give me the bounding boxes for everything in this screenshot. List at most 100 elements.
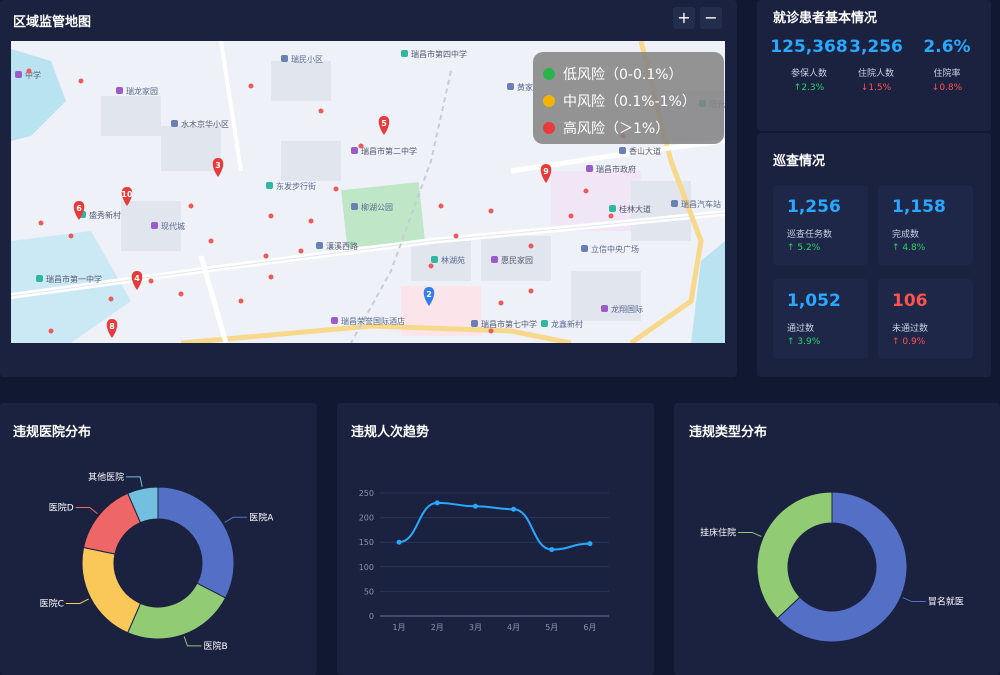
patients-title: 就诊患者基本情况 xyxy=(773,11,878,26)
inpatient-count: 3,256 xyxy=(849,37,903,57)
map-location-marker[interactable]: 5 xyxy=(378,116,390,135)
failed-count: 106 xyxy=(892,291,928,311)
trend-point[interactable] xyxy=(434,500,440,506)
y-tick-label: 250 xyxy=(359,489,374,498)
map-location-marker[interactable]: 3 xyxy=(212,158,224,177)
zoom-in-button[interactable]: + xyxy=(673,7,695,29)
low-risk-dot-icon xyxy=(543,67,555,80)
failed-change: ↑ 0.9% xyxy=(892,337,926,347)
trend-point[interactable] xyxy=(587,541,593,547)
insured-count: 125,368 xyxy=(770,37,848,57)
map-poi-label: 黄家 xyxy=(517,82,533,92)
map-location-marker[interactable]: 4 xyxy=(131,271,143,290)
donut-label: 医院A xyxy=(249,511,274,523)
map-block xyxy=(281,141,341,181)
map-risk-point[interactable] xyxy=(583,188,589,194)
map-poi-label: 龙翔国际 xyxy=(611,304,643,314)
map-risk-point[interactable] xyxy=(263,253,269,259)
map-location-marker[interactable]: 9 xyxy=(540,164,552,183)
map-risk-point[interactable] xyxy=(248,83,254,89)
donut-slice[interactable] xyxy=(157,486,235,599)
map-road xyxy=(219,41,243,172)
hospital-distribution-title: 违规医院分布 xyxy=(13,425,92,440)
map-risk-point[interactable] xyxy=(188,203,194,209)
map-risk-point[interactable] xyxy=(48,328,54,334)
medium-risk-dot-icon xyxy=(543,94,555,107)
map-poi-icon xyxy=(491,256,498,263)
zoom-out-button[interactable]: − xyxy=(700,7,722,29)
donut-slice[interactable] xyxy=(127,582,227,640)
donut-slice[interactable] xyxy=(81,546,142,634)
map-poi-label: 东发步行街 xyxy=(276,181,316,191)
map-risk-point[interactable] xyxy=(358,143,364,149)
map-risk-point[interactable] xyxy=(318,108,324,114)
map-risk-point[interactable] xyxy=(298,248,304,254)
completed-change: ↑ 4.8% xyxy=(892,243,926,253)
map-poi-label: 瀼溪西路 xyxy=(326,241,358,251)
map-risk-point[interactable] xyxy=(78,78,84,84)
map-risk-point[interactable] xyxy=(453,233,459,239)
map-risk-point[interactable] xyxy=(528,288,534,294)
high-risk-dot-icon xyxy=(543,121,555,134)
inpatient-label: 住院人数 xyxy=(857,69,894,79)
map-poi-icon xyxy=(431,256,438,263)
map-marker-number: 3 xyxy=(215,161,221,170)
map-risk-point[interactable] xyxy=(568,213,574,219)
donut-label-line xyxy=(65,598,89,604)
map-poi-icon xyxy=(507,83,514,90)
trend-point[interactable] xyxy=(396,539,402,545)
map-marker-number: 9 xyxy=(543,167,549,176)
passed-label: 通过数 xyxy=(787,324,815,334)
legend-label: 高风险（＞1%） xyxy=(563,120,670,137)
map-risk-point[interactable] xyxy=(308,218,314,224)
map-risk-point[interactable] xyxy=(428,263,434,269)
task-count: 1,256 xyxy=(787,197,841,217)
map-risk-point[interactable] xyxy=(608,213,614,219)
map-risk-point[interactable] xyxy=(108,296,114,302)
map-risk-point[interactable] xyxy=(498,300,504,306)
map-risk-point[interactable] xyxy=(268,213,274,219)
x-tick-label: 3月 xyxy=(469,623,482,632)
map-block xyxy=(271,61,331,101)
map-risk-point[interactable] xyxy=(38,220,44,226)
x-tick-label: 1月 xyxy=(393,623,406,632)
trend-point[interactable] xyxy=(511,506,517,512)
risk-legend: 低风险（0-0.1%） 中风险（0.1%-1%） 高风险（＞1%） xyxy=(533,52,724,144)
map-poi-icon xyxy=(281,55,288,62)
map-risk-point[interactable] xyxy=(333,186,339,192)
map-risk-point[interactable] xyxy=(488,328,494,334)
map-risk-point[interactable] xyxy=(26,68,32,74)
map-risk-point[interactable] xyxy=(238,298,244,304)
map-poi-icon xyxy=(609,205,616,212)
map-poi-label: 瑞昌市第四中学 xyxy=(411,49,467,59)
passed-change: ↑ 3.9% xyxy=(787,337,821,347)
map-poi-label: 水木京华小区 xyxy=(181,119,229,129)
map-risk-point[interactable] xyxy=(178,291,184,297)
donut-label: 医院B xyxy=(203,640,227,652)
map-risk-point[interactable] xyxy=(438,203,444,209)
legend-label: 低风险（0-0.1%） xyxy=(563,66,683,83)
map-risk-point[interactable] xyxy=(208,238,214,244)
x-tick-label: 2月 xyxy=(431,623,444,632)
donut-label-line xyxy=(224,516,248,523)
map-panel-title: 区域监管地图 xyxy=(13,15,92,30)
map-marker-number: 5 xyxy=(381,119,387,128)
violation-trend-title: 违规人次趋势 xyxy=(351,425,430,440)
trend-point[interactable] xyxy=(549,547,555,553)
map-risk-point[interactable] xyxy=(148,278,154,284)
map-poi-label: 瑞民小区 xyxy=(291,54,323,64)
map-risk-point[interactable] xyxy=(488,208,494,214)
task-count-label: 巡查任务数 xyxy=(787,230,833,240)
x-tick-label: 4月 xyxy=(507,623,520,632)
map-risk-point[interactable] xyxy=(68,233,74,239)
trend-point[interactable] xyxy=(472,503,478,509)
y-tick-label: 150 xyxy=(359,538,374,547)
map-risk-point[interactable] xyxy=(268,274,274,280)
arrow-up-icon: ↑ xyxy=(787,337,795,347)
map-poi-label: 林湖苑 xyxy=(441,255,465,265)
legend-label: 中风险（0.1%-1%） xyxy=(563,93,696,110)
donut-slice[interactable] xyxy=(756,491,833,620)
map-risk-point[interactable] xyxy=(528,243,534,249)
map-location-marker[interactable]: 8 xyxy=(106,319,118,338)
map-water xyxy=(11,49,66,141)
